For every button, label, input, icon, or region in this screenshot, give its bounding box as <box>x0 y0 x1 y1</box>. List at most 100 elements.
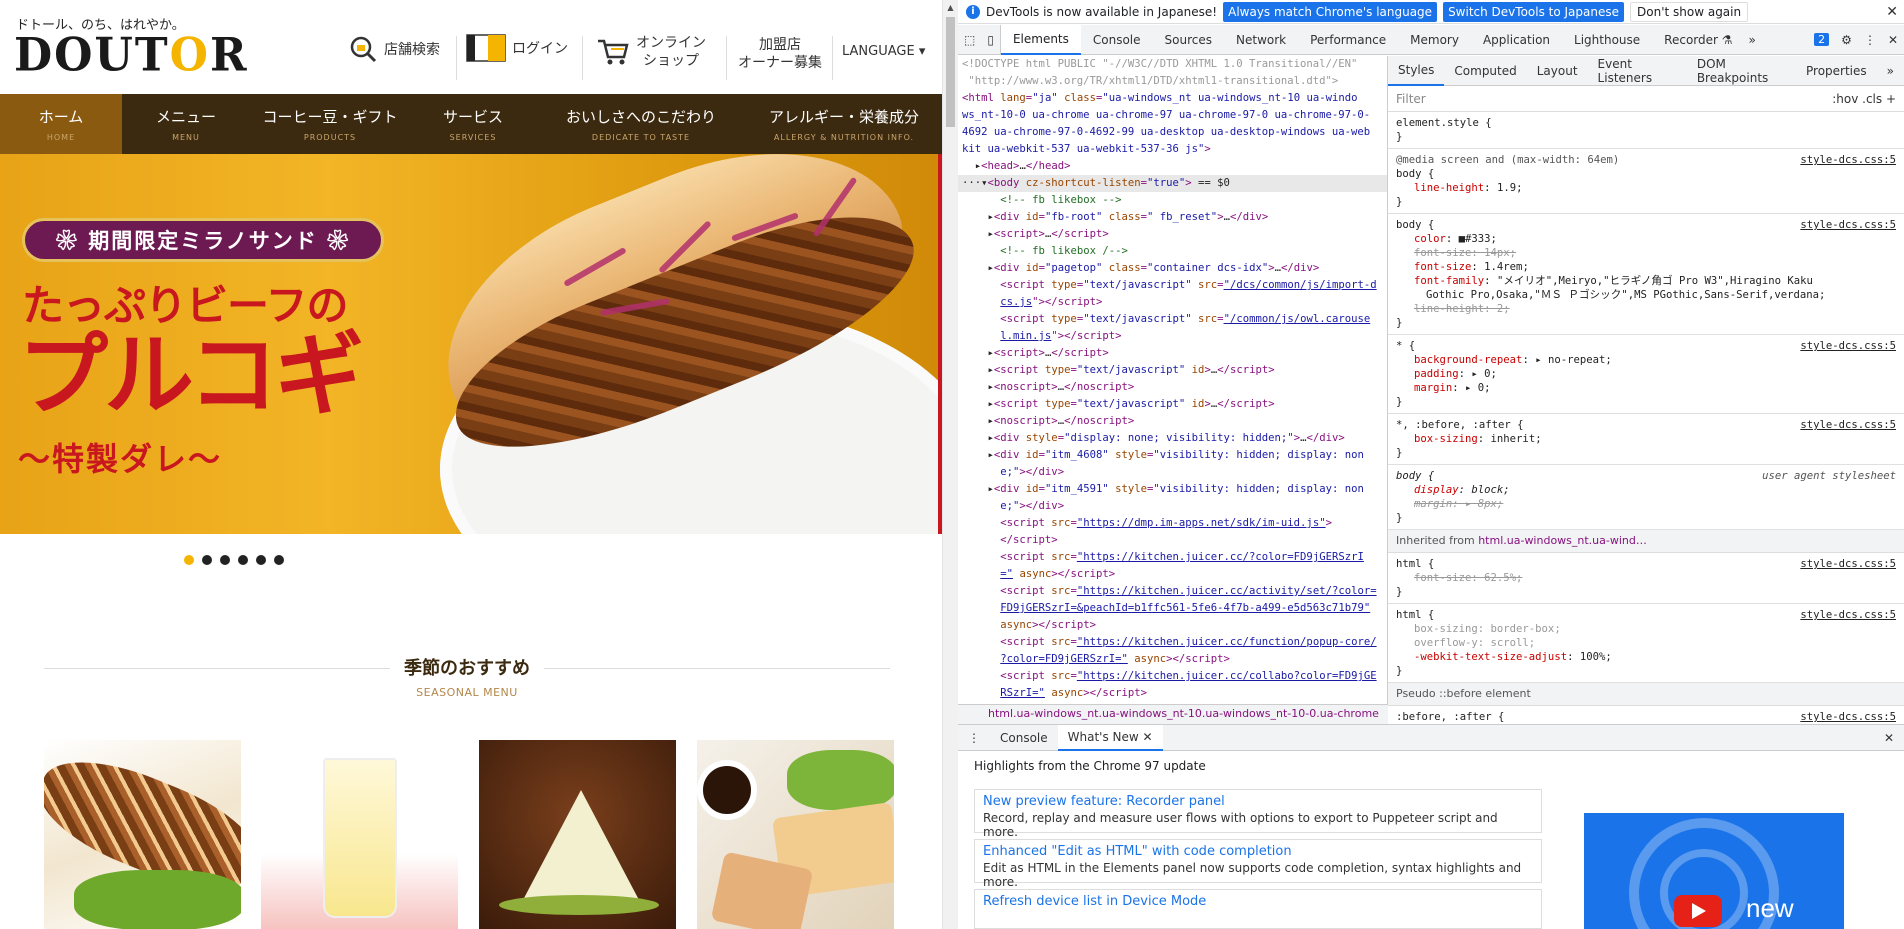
elements-tree[interactable]: <!DOCTYPE html PUBLIC "-//W3C//DTD XHTML… <box>958 56 1388 704</box>
tab-performance[interactable]: Performance <box>1298 25 1398 55</box>
device-toggle-icon[interactable]: ▯ <box>981 24 1001 55</box>
nav-services[interactable]: サービス SERVICES <box>410 94 536 154</box>
whats-new-item-title[interactable]: New preview feature: Recorder panel <box>983 794 1533 809</box>
drawer-tabbar: ⋮ Console What's New ✕ ✕ <box>958 724 1904 751</box>
styles-filter[interactable]: Filter :hov .cls + <box>1388 86 1904 112</box>
store-search-icon <box>348 34 378 64</box>
tab-console[interactable]: Console <box>1081 25 1153 55</box>
login-label: ログイン <box>512 41 568 57</box>
issues-badge[interactable]: 2 <box>1808 25 1835 55</box>
devtools-infobar: i DevTools is now available in Japanese!… <box>958 0 1904 24</box>
header-store-search[interactable]: 店舗検索 <box>348 34 440 64</box>
filter-input[interactable]: Filter <box>1396 92 1832 106</box>
tab-network[interactable]: Network <box>1224 25 1298 55</box>
seasonal-card-4[interactable] <box>697 740 894 929</box>
nav-dedicate-en: DEDICATE TO TASTE <box>591 133 691 142</box>
dont-show-again-button[interactable]: Don't show again <box>1630 1 1749 22</box>
carousel-dot[interactable] <box>274 555 284 565</box>
nav-home[interactable]: ホーム HOME <box>0 94 122 154</box>
kebab-menu-icon[interactable]: ⋮ <box>1858 25 1882 55</box>
issues-count: 2 <box>1814 33 1830 46</box>
infobar-message: DevTools is now available in Japanese! <box>986 4 1218 19</box>
website-viewport: ドトール、のち、はれやか。 DOUTOR 店舗検索 ログイン オンライン ショッ… <box>0 0 942 929</box>
header-login[interactable]: ログイン <box>466 34 568 62</box>
nav-products[interactable]: コーヒー豆・ギフト PRODUCTS <box>250 94 410 154</box>
hero-banner[interactable]: ❀ 期間限定ミラノサンド ❀ たっぷりビーフの プルコギ 〜特製ダレ〜 <box>0 154 942 534</box>
carousel-dot[interactable] <box>256 555 266 565</box>
inspect-icon[interactable]: ⬚ <box>958 25 981 55</box>
carousel-dot[interactable] <box>184 555 194 565</box>
carousel-dot[interactable] <box>238 555 248 565</box>
nav-menu[interactable]: メニュー MENU <box>122 94 250 154</box>
drawer-tab-console[interactable]: Console <box>990 725 1058 751</box>
match-language-button[interactable]: Always match Chrome's language <box>1223 1 1438 22</box>
tab-recorder[interactable]: Recorder ⚗ <box>1652 25 1744 55</box>
language-dropdown[interactable]: LANGUAGE ▾ <box>842 44 925 59</box>
tab-application[interactable]: Application <box>1471 25 1562 55</box>
info-icon: i <box>966 4 980 19</box>
whats-new-item-title[interactable]: Refresh device list in Device Mode <box>983 894 1533 909</box>
page-scrollbar[interactable]: ▲ <box>942 0 958 929</box>
whats-new-item[interactable]: Refresh device list in Device Mode <box>974 889 1542 929</box>
cart-icon <box>596 37 630 67</box>
dom-breadcrumb[interactable]: html.ua-windows_nt.ua-windows_nt-10.ua-w… <box>958 704 1388 724</box>
language-label: LANGUAGE ▾ <box>842 44 926 59</box>
subtab-event-listeners[interactable]: Event Listeners <box>1588 56 1687 86</box>
nav-allergy[interactable]: アレルギー・栄養成分 ALLERGY & NUTRITION INFO. <box>746 94 942 154</box>
nav-products-en: PRODUCTS <box>303 133 357 142</box>
section-heading: 季節のおすすめ SEASONAL MENU <box>0 654 934 699</box>
devtools-panel: i DevTools is now available in Japanese!… <box>958 0 1904 929</box>
carousel-dot[interactable] <box>220 555 230 565</box>
close-devtools-icon[interactable]: ✕ <box>1882 25 1904 55</box>
nav-home-label: ホーム <box>38 108 84 126</box>
carousel-dot[interactable] <box>202 555 212 565</box>
devtools-tabbar: ⬚ ▯ Elements Console Sources Network Per… <box>958 24 1904 55</box>
header-franchise[interactable]: 加盟店 オーナー募集 <box>738 36 822 72</box>
drawer-tab-whats-new[interactable]: What's New ✕ <box>1057 724 1163 751</box>
tab-elements[interactable]: Elements <box>1000 24 1081 55</box>
whats-new-header: Highlights from the Chrome 97 update <box>974 759 1206 773</box>
nav-menu-en: MENU <box>172 133 200 142</box>
seasonal-card-3[interactable] <box>479 740 676 929</box>
more-subtabs-icon[interactable]: » <box>1877 56 1904 86</box>
whats-new-item[interactable]: Enhanced "Edit as HTML" with code comple… <box>974 839 1542 889</box>
header-online-shop[interactable]: オンライン ショップ <box>596 34 706 70</box>
filter-options[interactable]: :hov .cls + <box>1832 92 1896 106</box>
hero-headline-2: プルコギ <box>18 322 364 428</box>
drawer-menu-icon[interactable]: ⋮ <box>958 725 990 751</box>
styles-tabbar: Styles Computed Layout Event Listeners D… <box>1388 56 1904 86</box>
store-search-label: 店舗検索 <box>384 42 440 58</box>
video-label: new <box>1746 893 1794 923</box>
tab-memory[interactable]: Memory <box>1398 25 1471 55</box>
section-title: 季節のおすすめ <box>390 654 544 680</box>
main-nav: ホーム HOME メニュー MENU コーヒー豆・ギフト PRODUCTS サービス S… <box>0 94 942 154</box>
settings-gear-icon[interactable]: ⚙ <box>1835 25 1858 55</box>
hero-headline-3: 〜特製ダレ〜 <box>18 440 223 478</box>
seasonal-card-2[interactable] <box>261 740 458 929</box>
tab-sources[interactable]: Sources <box>1153 25 1224 55</box>
scrollbar-thumb[interactable] <box>946 17 955 127</box>
nav-menu-label: メニュー <box>155 108 216 126</box>
subtab-computed[interactable]: Computed <box>1444 56 1526 86</box>
tab-lighthouse[interactable]: Lighthouse <box>1562 25 1652 55</box>
scroll-up-icon[interactable]: ▲ <box>943 0 958 15</box>
whats-new-item-title[interactable]: Enhanced "Edit as HTML" with code comple… <box>983 844 1533 859</box>
seasonal-card-1[interactable] <box>44 740 241 929</box>
franchise-label: 加盟店 オーナー募集 <box>738 37 822 71</box>
nav-dedicate[interactable]: おいしさへのこだわり DEDICATE TO TASTE <box>536 94 746 154</box>
hero-badge: ❀ 期間限定ミラノサンド ❀ <box>22 218 384 262</box>
nav-dedicate-label: おいしさへのこだわり <box>565 108 716 126</box>
whats-new-label: What's New <box>1067 729 1139 744</box>
whats-new-item[interactable]: New preview feature: Recorder panel Reco… <box>974 789 1542 839</box>
subtab-layout[interactable]: Layout <box>1527 56 1588 86</box>
subtab-dom-breakpoints[interactable]: DOM Breakpoints <box>1687 56 1796 86</box>
subtab-styles[interactable]: Styles <box>1388 56 1445 86</box>
subtab-properties[interactable]: Properties <box>1796 56 1877 86</box>
switch-japanese-button[interactable]: Switch DevTools to Japanese <box>1443 1 1624 22</box>
more-tabs-icon[interactable]: » <box>1745 25 1760 55</box>
close-tab-icon[interactable]: ✕ <box>1143 730 1153 744</box>
close-drawer-icon[interactable]: ✕ <box>1874 725 1904 751</box>
close-icon[interactable]: ✕ <box>1886 4 1898 20</box>
doutor-logo[interactable]: DOUTOR <box>14 29 249 83</box>
whats-new-video-thumbnail[interactable]: new <box>1584 813 1844 929</box>
